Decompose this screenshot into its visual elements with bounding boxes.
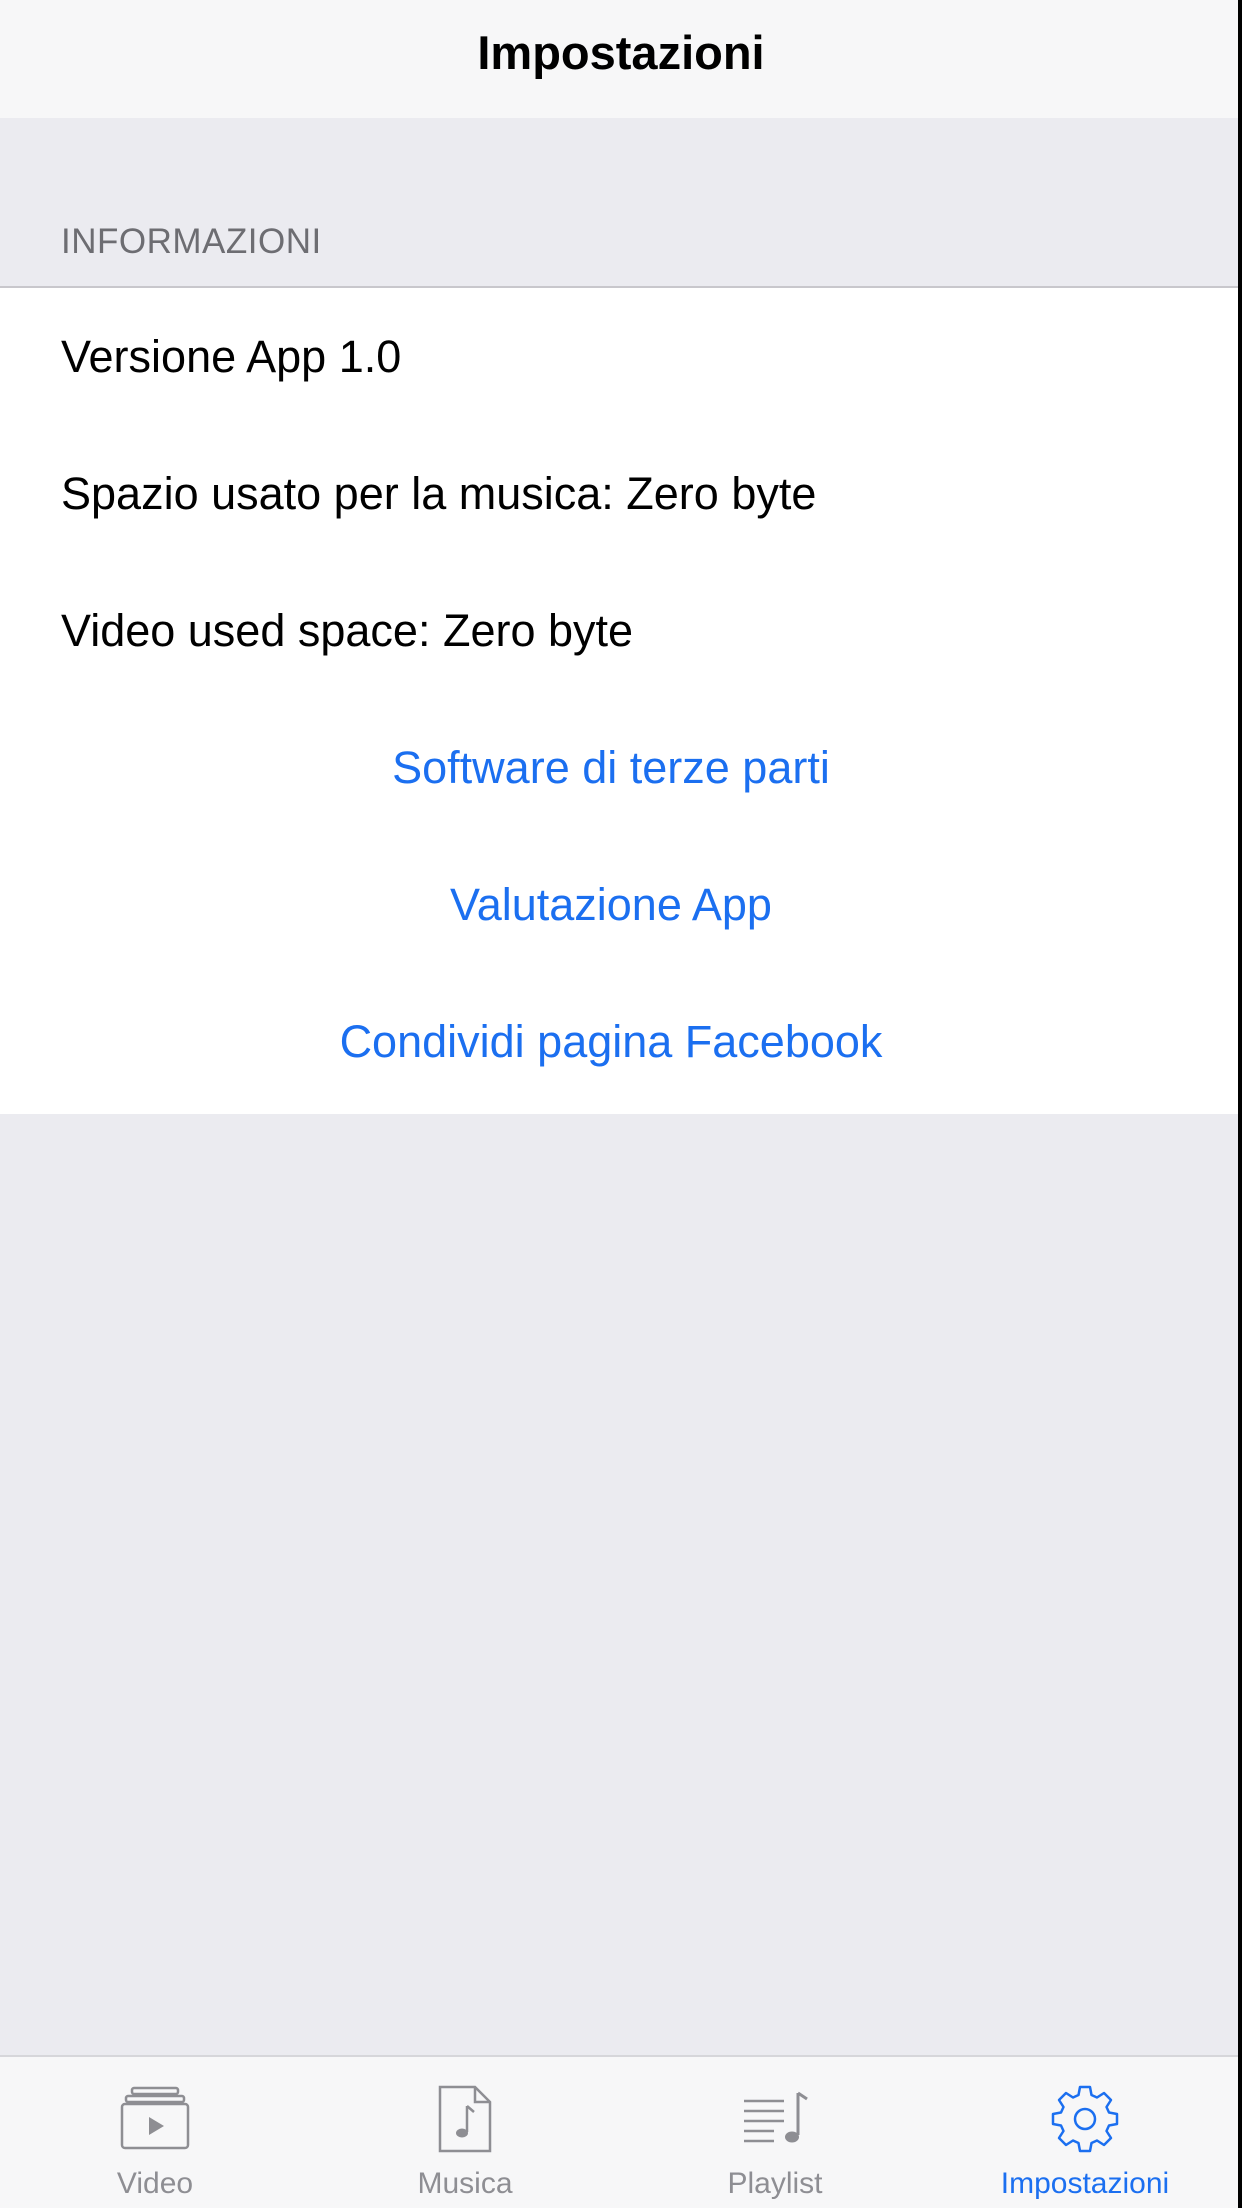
info-table: Versione App 1.0 Spazio usato per la mus… — [0, 288, 1242, 1114]
music-space-row: Spazio usato per la musica: Zero byte — [0, 425, 1242, 562]
tab-settings-label: Impostazioni — [1000, 2167, 1170, 2200]
tab-playlist[interactable]: Playlist — [620, 2057, 930, 2208]
music-icon — [425, 2079, 505, 2159]
rate-app-label: Valutazione App — [450, 878, 772, 930]
video-space-text: Video used space: Zero byte — [61, 604, 634, 656]
share-facebook-button[interactable]: Condividi pagina Facebook — [0, 973, 1242, 1110]
app-version-row: Versione App 1.0 — [0, 288, 1242, 425]
navigation-bar: Impostazioni — [0, 0, 1242, 118]
rate-app-button[interactable]: Valutazione App — [0, 836, 1242, 973]
tab-video-label: Video — [116, 2167, 194, 2200]
tab-music-label: Musica — [417, 2167, 513, 2200]
tab-music[interactable]: Musica — [310, 2057, 620, 2208]
tab-playlist-label: Playlist — [727, 2167, 823, 2200]
third-party-software-button[interactable]: Software di terze parti — [0, 699, 1242, 836]
app-version-text: Versione App 1.0 — [61, 330, 402, 382]
section-header: INFORMAZIONI — [0, 118, 1242, 288]
video-icon — [115, 2079, 195, 2159]
tab-video[interactable]: Video — [0, 2057, 310, 2208]
third-party-software-label: Software di terze parti — [392, 741, 830, 793]
tab-bar: Video Musica Playlist Impostazioni — [0, 2055, 1242, 2208]
video-space-row: Video used space: Zero byte — [0, 562, 1242, 699]
page-title: Impostazioni — [477, 25, 765, 79]
settings-gear-icon — [1045, 2079, 1125, 2159]
playlist-icon — [735, 2079, 815, 2159]
tab-settings[interactable]: Impostazioni — [930, 2057, 1240, 2208]
section-header-label: INFORMAZIONI — [61, 222, 322, 261]
music-space-text: Spazio usato per la musica: Zero byte — [61, 467, 817, 519]
screen-edge — [1238, 0, 1242, 2208]
share-facebook-label: Condividi pagina Facebook — [339, 1015, 883, 1067]
